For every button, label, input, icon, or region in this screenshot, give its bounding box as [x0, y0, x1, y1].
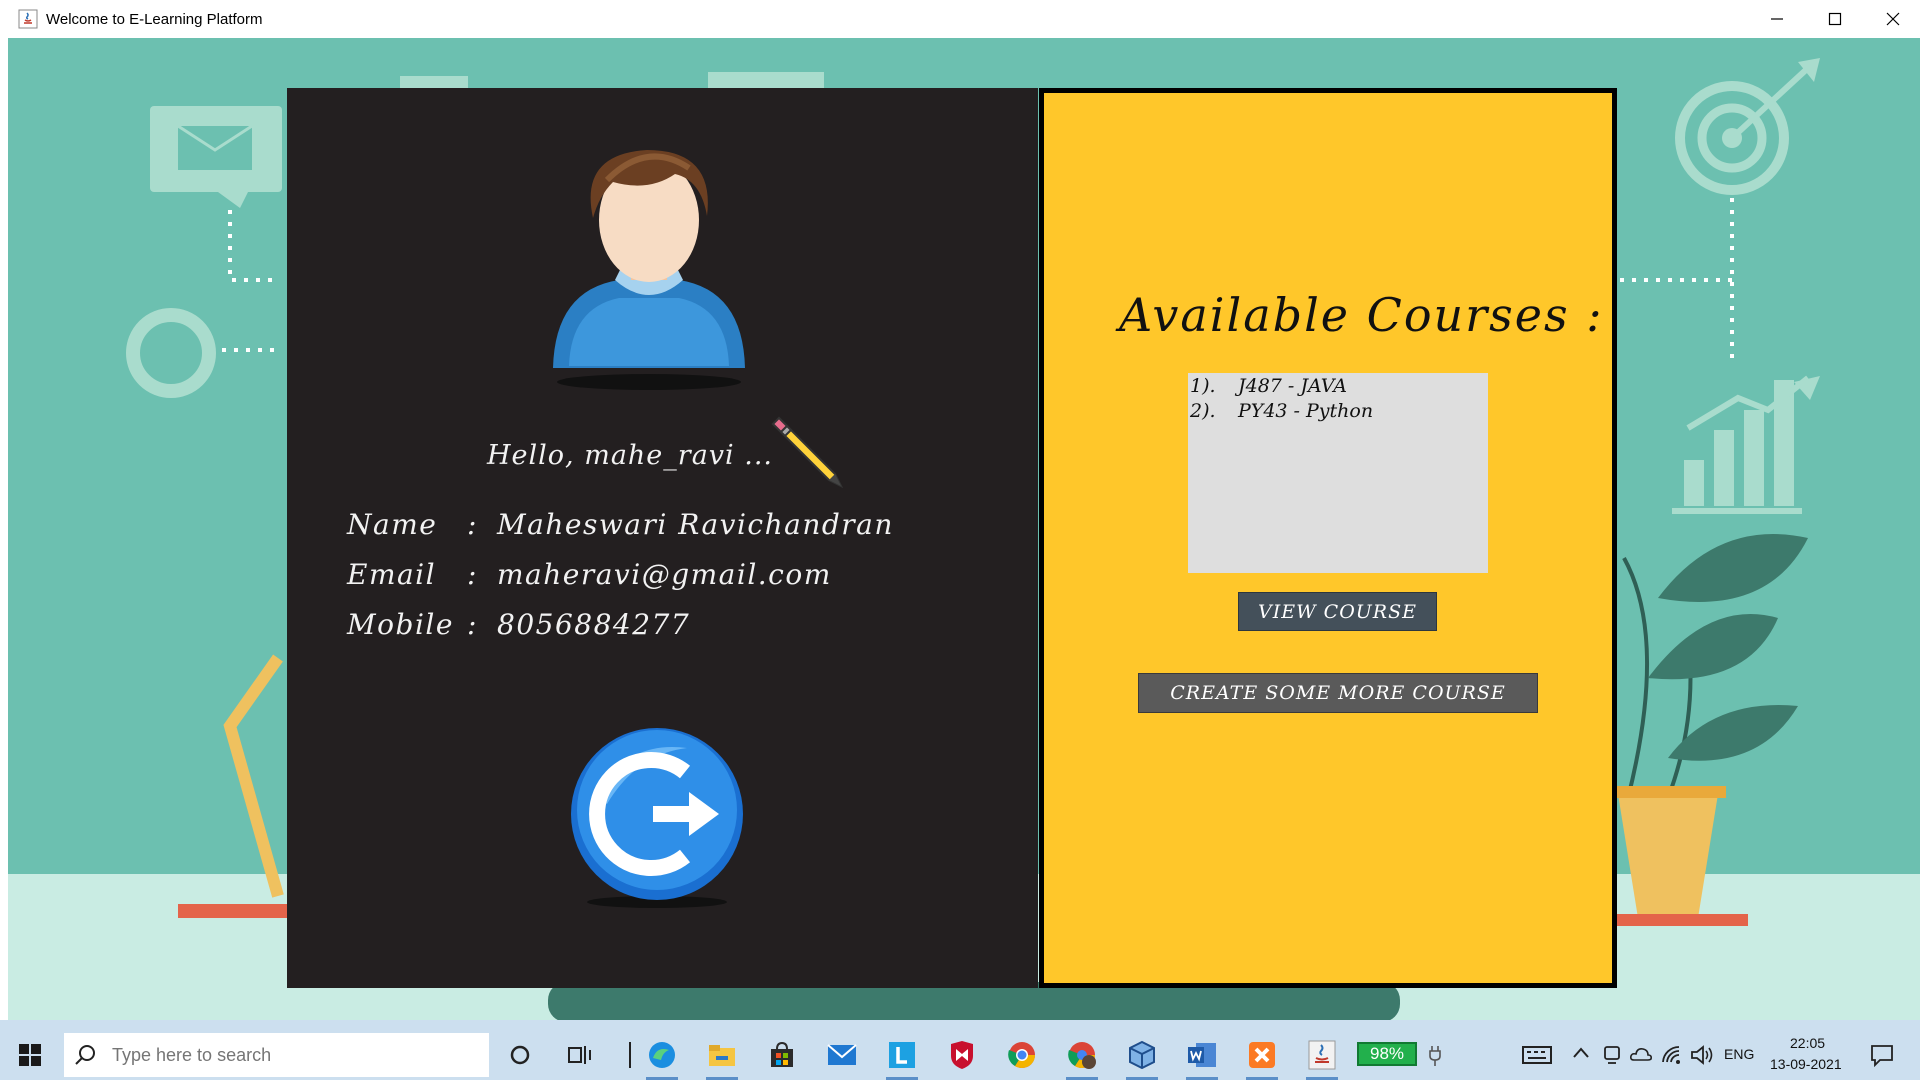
email-separator: :: [467, 558, 478, 591]
windows-start-icon: [19, 1044, 41, 1066]
onedrive-icon[interactable]: [1630, 1045, 1652, 1063]
chrome-profile-button[interactable]: [1060, 1035, 1104, 1080]
logout-icon[interactable]: [567, 724, 747, 908]
courses-title: Available Courses :: [1119, 288, 1604, 342]
list-item[interactable]: 1). J487 - JAVA: [1188, 373, 1488, 398]
app-java-icon: [18, 9, 38, 29]
name-value: Maheswari Ravichandran: [497, 508, 894, 541]
file-explorer-icon: [709, 1045, 735, 1066]
course-list[interactable]: 1). J487 - JAVA 2). PY43 - Python: [1188, 373, 1488, 573]
mobile-label: Mobile: [347, 608, 454, 641]
store-button[interactable]: [760, 1035, 804, 1075]
course-text: PY43 - Python: [1238, 399, 1374, 422]
course-text: J487 - JAVA: [1238, 374, 1347, 397]
mail-icon: [827, 1044, 857, 1065]
window-title: Welcome to E-Learning Platform: [46, 10, 263, 28]
mail-button[interactable]: [820, 1035, 864, 1075]
java-button[interactable]: [1300, 1035, 1344, 1080]
word-icon: [1188, 1043, 1216, 1067]
volume-icon[interactable]: [1690, 1044, 1714, 1066]
search-icon: [75, 1045, 95, 1065]
course-number: 1).: [1190, 374, 1216, 397]
chrome-button[interactable]: [1000, 1035, 1044, 1075]
close-icon: [1886, 12, 1900, 26]
xampp-icon: [1249, 1042, 1275, 1068]
close-button[interactable]: [1864, 0, 1920, 38]
name-separator: :: [467, 508, 478, 541]
create-course-button[interactable]: CREATE SOME MORE COURSE: [1138, 673, 1538, 713]
clock-date[interactable]: 13-09-2021: [1770, 1056, 1842, 1072]
clock-time[interactable]: 22:05: [1790, 1035, 1825, 1051]
java-icon: [1308, 1040, 1336, 1070]
growth-chart-icon: [1684, 460, 1704, 506]
course-number: 2).: [1190, 399, 1216, 422]
edge-button[interactable]: [640, 1035, 684, 1080]
store-icon: [771, 1041, 793, 1067]
mobile-row: Mobile:8056884277: [347, 608, 690, 641]
plug-icon: [1429, 1046, 1441, 1066]
chrome-profile-icon: [1068, 1042, 1096, 1069]
minimize-icon: [1771, 18, 1783, 20]
mobile-value: 8056884277: [497, 608, 691, 641]
maximize-icon: [1828, 12, 1842, 26]
battery-indicator[interactable]: 98%: [1357, 1042, 1417, 1066]
file-explorer-button[interactable]: [700, 1035, 744, 1080]
cortana-icon: [510, 1045, 530, 1065]
email-row: Email: maheravi@gmail.com: [347, 558, 832, 591]
chrome-icon: [1008, 1042, 1036, 1069]
profile-panel: Hello, mahe_ravi ... Name: Maheswari Ravi…: [287, 88, 1038, 988]
pencil-icon[interactable]: [767, 408, 847, 488]
minimize-button[interactable]: [1748, 0, 1806, 38]
name-row: Name: Maheswari Ravichandran: [347, 508, 894, 541]
email-value: maheravi@gmail.com: [497, 558, 832, 591]
notification-icon[interactable]: [1870, 1043, 1894, 1067]
mcafee-icon: [951, 1041, 973, 1069]
mobile-separator: :: [467, 608, 478, 641]
virtualbox-button[interactable]: [1120, 1035, 1164, 1080]
wifi-icon[interactable]: [1660, 1044, 1682, 1066]
courses-panel: Available Courses : 1). J487 - JAVA 2). …: [1039, 88, 1617, 988]
word-button[interactable]: [1180, 1035, 1224, 1080]
keyboard-icon[interactable]: [1522, 1044, 1552, 1066]
list-item[interactable]: 2). PY43 - Python: [1188, 398, 1488, 423]
divider-icon: [629, 1042, 631, 1068]
title-bar[interactable]: Welcome to E-Learning Platform: [8, 0, 1920, 38]
chevron-up-icon[interactable]: [1572, 1046, 1590, 1060]
l-app-button[interactable]: [880, 1035, 924, 1080]
taskbar-top-strip: [0, 1020, 1920, 1030]
meet-now-icon[interactable]: [1602, 1044, 1622, 1066]
taskbar-search[interactable]: [64, 1033, 489, 1077]
mcafee-button[interactable]: [940, 1035, 984, 1075]
edge-icon: [649, 1042, 675, 1068]
donut-icon: [126, 308, 216, 398]
app-window: Welcome to E-Learning Platform Hello, ma…: [8, 0, 1920, 1020]
task-view-icon: [568, 1046, 591, 1064]
taskbar: 98% ENG 22:05 13-09-2021: [0, 1030, 1920, 1080]
search-input[interactable]: [110, 1043, 464, 1067]
avatar-icon: [553, 150, 745, 390]
language-indicator[interactable]: ENG: [1724, 1046, 1754, 1062]
virtualbox-icon: [1129, 1040, 1155, 1070]
name-label: Name: [347, 508, 438, 541]
greeting-text: Hello, mahe_ravi ...: [487, 440, 774, 471]
maximize-button[interactable]: [1806, 0, 1864, 38]
email-label: Email: [347, 558, 437, 591]
cortana-button[interactable]: [498, 1035, 542, 1075]
start-button[interactable]: [0, 1030, 60, 1080]
l-app-icon: [889, 1042, 915, 1068]
xampp-button[interactable]: [1240, 1035, 1284, 1080]
task-view-button[interactable]: [558, 1035, 602, 1075]
view-course-button[interactable]: VIEW COURSE: [1238, 592, 1437, 631]
